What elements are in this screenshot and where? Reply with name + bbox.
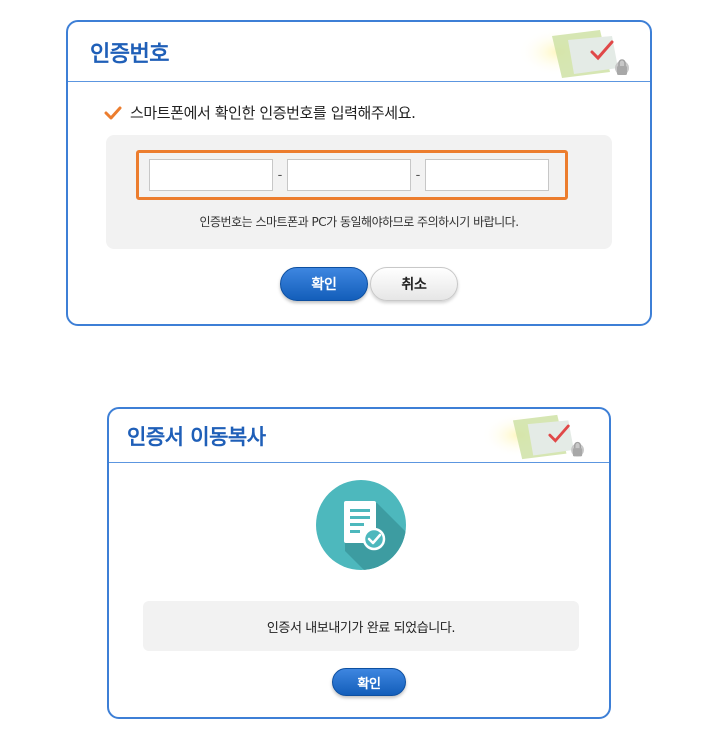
verification-code-dialog: 인증번호 스마트폰에서 확인한 인증번호를 입력해주세요. - - 인증번호는 … (66, 20, 652, 326)
separator: - (415, 167, 421, 183)
separator: - (277, 167, 283, 183)
dialog-header: 인증서 이동복사 (109, 409, 609, 463)
dialog-title: 인증서 이동복사 (127, 425, 266, 449)
dialog-header: 인증번호 (68, 22, 650, 82)
certificate-transfer-dialog: 인증서 이동복사 인증서 내보내기가 완료 되었습니다. 확인 (107, 407, 611, 719)
code-input-3[interactable] (425, 159, 549, 191)
code-input-group: - - (136, 150, 568, 200)
instruction-row: 스마트폰에서 확인한 인증번호를 입력해주세요. (104, 102, 416, 123)
completion-message: 인증서 내보내기가 완료 되었습니다. (143, 601, 579, 651)
cancel-button[interactable]: 취소 (370, 267, 458, 301)
code-note: 인증번호는 스마트폰과 PC가 동일해야하므로 주의하시기 바랍니다. (199, 215, 519, 229)
code-input-2[interactable] (287, 159, 411, 191)
certificate-decoration-icon (518, 28, 629, 78)
confirm-button[interactable]: 확인 (280, 267, 368, 301)
certificate-decoration-icon (481, 413, 584, 460)
code-input-1[interactable] (149, 159, 273, 191)
confirm-button[interactable]: 확인 (332, 668, 406, 696)
document-check-icon (316, 480, 406, 570)
check-icon (104, 106, 122, 119)
instruction-text: 스마트폰에서 확인한 인증번호를 입력해주세요. (130, 104, 416, 122)
code-entry-panel: - - 인증번호는 스마트폰과 PC가 동일해야하므로 주의하시기 바랍니다. (106, 135, 612, 249)
dialog-title: 인증번호 (90, 42, 169, 67)
